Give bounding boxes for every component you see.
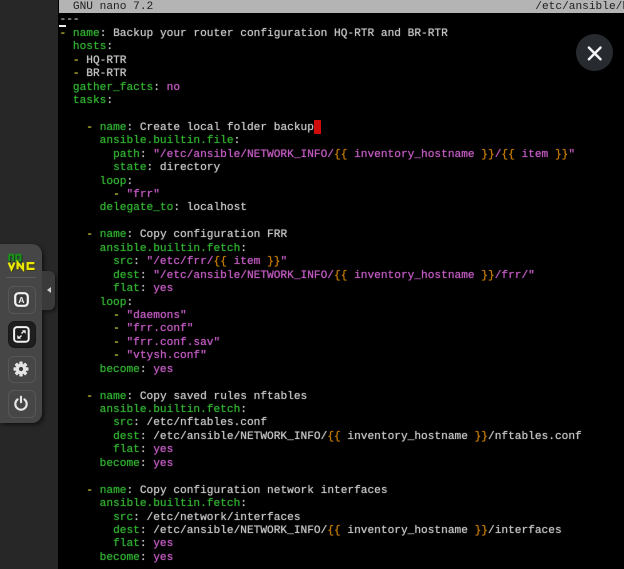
svg-text:A: A — [18, 295, 24, 305]
